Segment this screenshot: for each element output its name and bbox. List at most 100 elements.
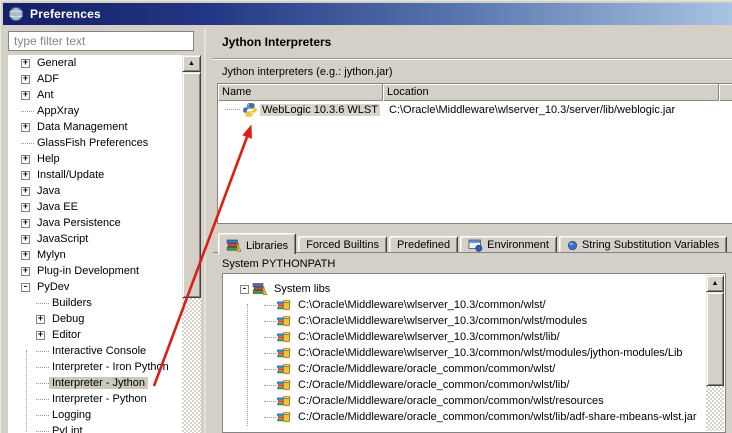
- tree-connector: [36, 382, 49, 384]
- tab-label: Libraries: [246, 239, 289, 252]
- sidebar-item-help[interactable]: + Help: [8, 151, 201, 167]
- sidebar-item-javascript[interactable]: + JavaScript: [8, 231, 201, 247]
- tree-connector: [264, 368, 276, 370]
- tree-connector: [264, 304, 276, 306]
- tab-libraries[interactable]: Libraries: [218, 233, 297, 254]
- pythonpath-entry[interactable]: C:/Oracle/Middleware/oracle_common/commo…: [223, 377, 705, 393]
- sidebar-scrollbar[interactable]: ▲: [182, 55, 201, 433]
- sidebar-item-builders[interactable]: Builders: [8, 295, 201, 311]
- tab-label: Forced Builtins: [306, 239, 379, 251]
- pythonpath-entry[interactable]: C:/Oracle/Middleware/oracle_common/commo…: [223, 361, 705, 377]
- collapse-icon[interactable]: -: [240, 284, 249, 294]
- interpreter-name-cell[interactable]: WebLogic 10.3.6 WLST: [218, 102, 383, 118]
- tab-string-substitution-variables[interactable]: String Substitution Variables: [558, 236, 728, 252]
- tree-connector: [264, 336, 276, 338]
- tree-connector: [36, 366, 49, 368]
- jar-icon: [277, 348, 291, 359]
- scroll-thumb[interactable]: [706, 292, 724, 386]
- collapse-icon[interactable]: -: [21, 282, 30, 292]
- sidebar-item-interactive-console[interactable]: Interactive Console: [8, 343, 201, 359]
- sidebar-item-java-persistence[interactable]: + Java Persistence: [8, 215, 201, 231]
- panel-divider: [204, 28, 206, 433]
- expand-icon[interactable]: +: [21, 90, 30, 100]
- tab-predefined[interactable]: Predefined: [388, 236, 459, 252]
- scroll-track[interactable]: [706, 386, 724, 431]
- jar-icon: [277, 300, 291, 311]
- tab-label: Predefined: [396, 239, 451, 251]
- tab-environment[interactable]: Environment: [460, 236, 557, 252]
- scroll-track[interactable]: [182, 298, 201, 433]
- expand-icon[interactable]: +: [21, 266, 30, 276]
- scroll-up-button[interactable]: ▲: [182, 55, 201, 72]
- pythonpath-entry[interactable]: C:\Oracle\Middleware\wlserver_10.3/commo…: [223, 297, 705, 313]
- tree-connector: [36, 302, 49, 304]
- pythonpath-scrollbar[interactable]: ▲: [706, 275, 724, 431]
- expand-icon[interactable]: +: [21, 170, 30, 180]
- expand-icon[interactable]: +: [21, 154, 30, 164]
- preferences-tree: + General + ADF + Ant AppXray + Data Managem…: [8, 55, 201, 433]
- sidebar-item-pydev[interactable]: - PyDev: [8, 279, 201, 295]
- expand-icon[interactable]: +: [21, 250, 30, 260]
- tab-label: String Substitution Variables: [581, 239, 720, 251]
- pythonpath-entry[interactable]: C:\Oracle\Middleware\wlserver_10.3/commo…: [223, 345, 705, 361]
- sidebar-item-java[interactable]: + Java: [8, 183, 201, 199]
- interpreter-location: C:\Oracle\Middleware\wlserver_10.3/serve…: [389, 103, 676, 116]
- system-libs-label: System libs: [274, 283, 331, 295]
- sidebar-item-glassfish-preferences[interactable]: GlassFish Preferences: [8, 135, 201, 151]
- sidebar-item-appxray[interactable]: AppXray: [8, 103, 201, 119]
- interpreter-row[interactable]: WebLogic 10.3.6 WLST C:\Oracle\Middlewar…: [218, 101, 732, 118]
- sidebar-item-pylint[interactable]: PyLint: [8, 423, 201, 433]
- column-header-name[interactable]: Name: [218, 84, 383, 101]
- sidebar-item-general[interactable]: + General: [8, 55, 201, 71]
- preferences-window-icon: [8, 6, 24, 22]
- sidebar-item-plugin-development[interactable]: + Plug-in Development: [8, 263, 201, 279]
- expand-icon[interactable]: +: [21, 186, 30, 196]
- sidebar-item-editor[interactable]: + Editor: [8, 327, 201, 343]
- jar-icon: [277, 380, 291, 391]
- expand-icon[interactable]: +: [21, 58, 30, 68]
- sidebar-item-interpreter-iron-python[interactable]: Interpreter - Iron Python: [8, 359, 201, 375]
- tree-connector: [264, 400, 276, 402]
- preferences-dialog: { "window": { "title": "Preferences" }, …: [0, 0, 732, 433]
- pythonpath-entry[interactable]: C:\Oracle\Middleware\wlserver_10.3/commo…: [223, 329, 705, 345]
- expand-icon[interactable]: +: [21, 234, 30, 244]
- pythonpath-entry[interactable]: C:/Oracle/Middleware/oracle_common/commo…: [223, 393, 705, 409]
- variable-sphere-icon: [567, 240, 577, 250]
- expand-icon[interactable]: +: [21, 122, 30, 132]
- expand-icon[interactable]: +: [36, 314, 45, 324]
- expand-icon[interactable]: +: [21, 202, 30, 212]
- expand-icon[interactable]: +: [36, 330, 45, 340]
- pythonpath-entry[interactable]: C:/Oracle/Middleware/oracle_common/commo…: [223, 409, 705, 425]
- window-titlebar[interactable]: Preferences: [3, 3, 732, 25]
- sidebar-item-data-management[interactable]: + Data Management: [8, 119, 201, 135]
- sidebar-item-debug[interactable]: + Debug: [8, 311, 201, 327]
- column-header-location[interactable]: Location: [383, 84, 719, 101]
- sidebar-item-java-ee[interactable]: + Java EE: [8, 199, 201, 215]
- jar-icon: [277, 364, 291, 375]
- pythonpath-entry[interactable]: C:\Oracle\Middleware\wlserver_10.3/commo…: [223, 313, 705, 329]
- sidebar-item-ant[interactable]: + Ant: [8, 87, 201, 103]
- page-title: Jython Interpreters: [222, 35, 332, 49]
- tree-connector: [36, 414, 49, 416]
- jar-icon: [277, 332, 291, 343]
- interpreters-table: Name Location WebLogic 10.3.6 WLST C:\Or…: [217, 83, 732, 224]
- sidebar-item-logging[interactable]: Logging: [8, 407, 201, 423]
- expand-icon[interactable]: +: [21, 74, 30, 84]
- tab-bar: Libraries Forced Builtins Predefined Env…: [218, 233, 729, 255]
- system-libs-icon: [252, 283, 268, 295]
- filter-input[interactable]: [8, 31, 194, 51]
- column-header-extra[interactable]: [719, 84, 732, 101]
- tab-label: Environment: [487, 239, 549, 251]
- sidebar-item-mylyn[interactable]: + Mylyn: [8, 247, 201, 263]
- scroll-up-button[interactable]: ▲: [706, 275, 724, 292]
- system-libs-root[interactable]: - System libs: [223, 281, 705, 297]
- sidebar-item-interpreter-jython[interactable]: Interpreter - Jython: [8, 375, 201, 391]
- expand-icon[interactable]: +: [21, 218, 30, 228]
- tab-forced-builtins[interactable]: Forced Builtins: [298, 236, 387, 252]
- jar-icon: [277, 412, 291, 423]
- scroll-thumb[interactable]: [182, 72, 201, 298]
- sidebar-item-interpreter-python[interactable]: Interpreter - Python: [8, 391, 201, 407]
- sidebar-item-install-update[interactable]: + Install/Update: [8, 167, 201, 183]
- libraries-icon: [226, 239, 242, 252]
- sidebar-item-adf[interactable]: + ADF: [8, 71, 201, 87]
